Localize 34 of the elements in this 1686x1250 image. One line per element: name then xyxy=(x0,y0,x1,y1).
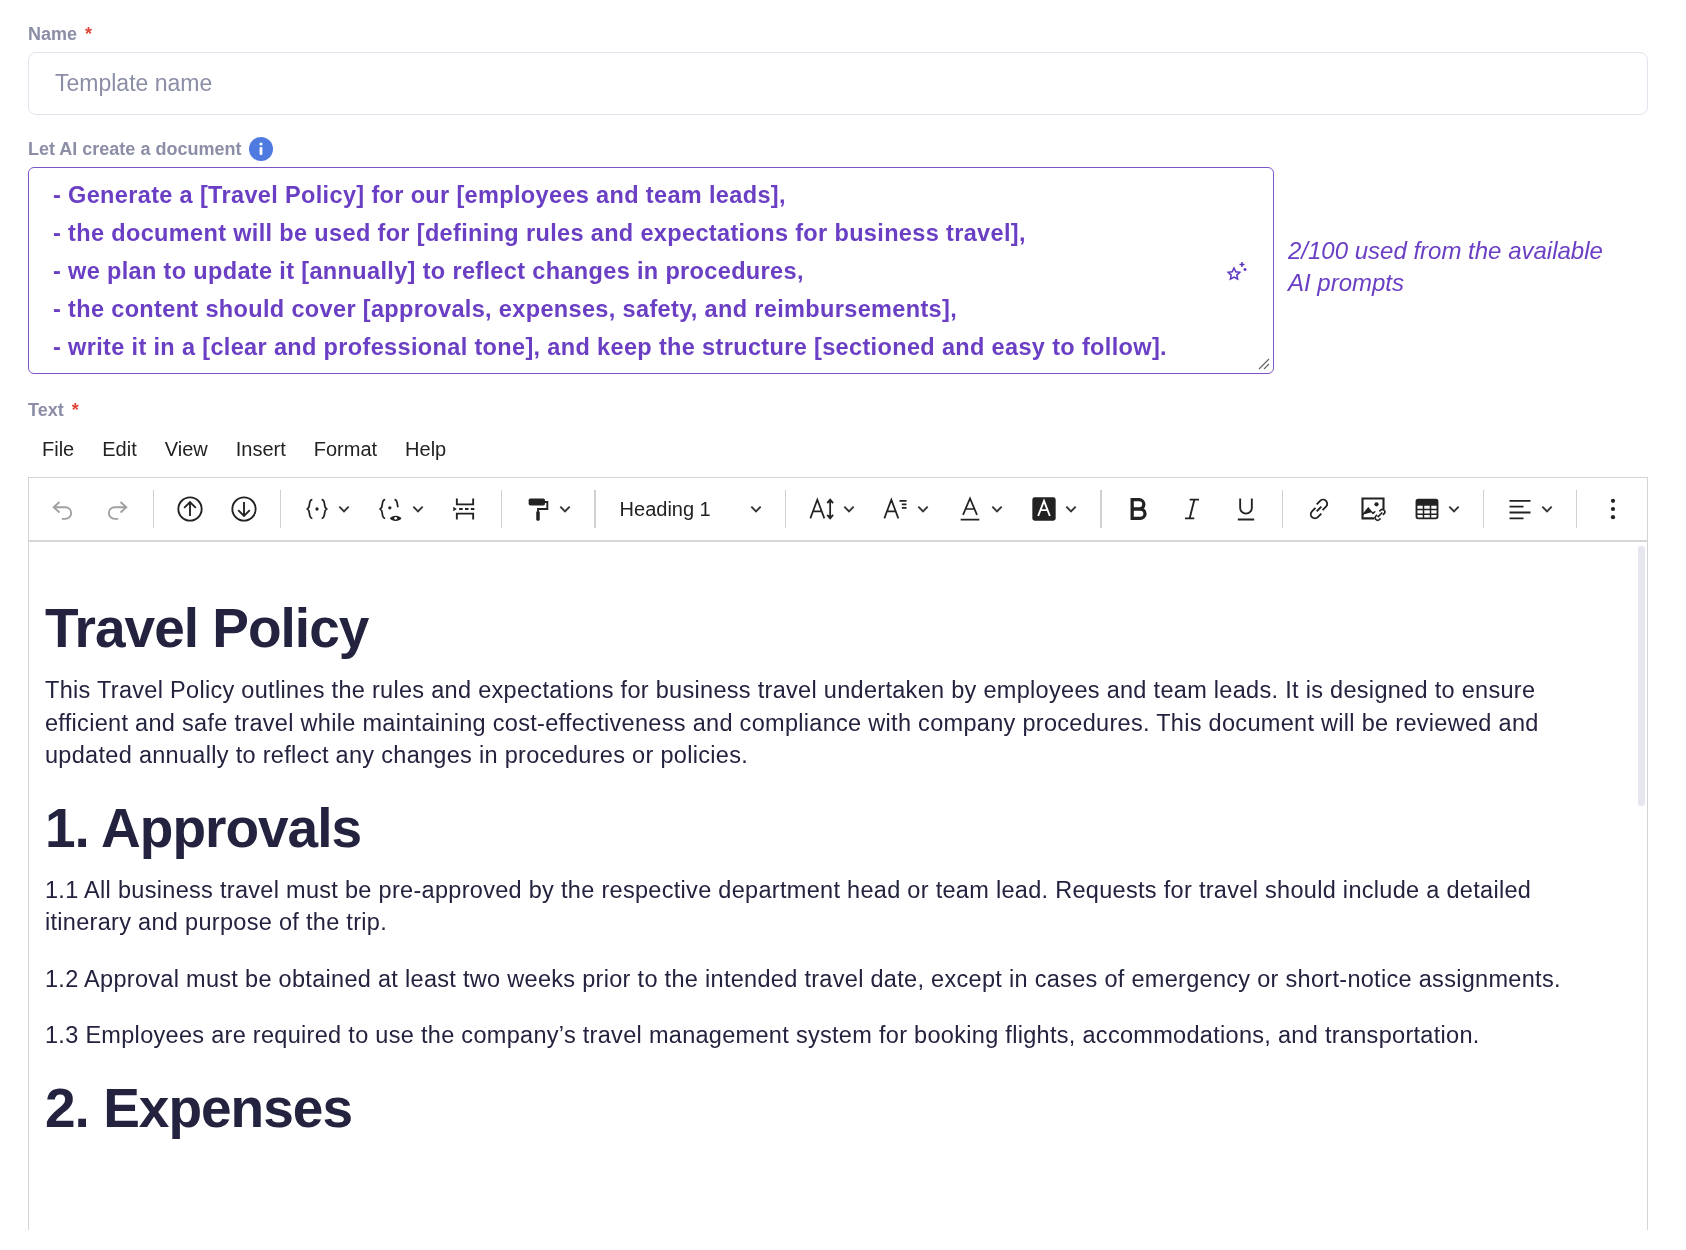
document-heading: 2. Expenses xyxy=(45,1075,353,1140)
highlight-icon[interactable] xyxy=(1030,495,1059,523)
prompt-line: - the document will be used for [defining rules and expectations for business travel], xyxy=(53,218,1026,248)
document-paragraph: 1.1 All business travel must be pre-approved by the respective department head or team lead. Requests for travel should include a detailed itinerary and purpose of the trip. xyxy=(45,875,1533,937)
usage-note: 2/100 used from the available AI prompts xyxy=(1288,236,1604,298)
prompt-line: - we plan to update it [annually] to reflect changes in procedures, xyxy=(53,256,804,286)
document-paragraph: 1.3 Employees are required to use the company’s travel management system for booking flights, accommodations, and transportation. xyxy=(45,1021,1481,1050)
document-paragraph: 1.2 Approval must be obtained at least two weeks prior to the intended travel date, except in cases of emergency or short-notice assignments. xyxy=(45,964,1562,994)
document-heading: 1. Approvals xyxy=(45,795,363,860)
required-mark: * xyxy=(85,23,93,45)
document-paragraph: This Travel Policy outlines the rules and expectations for business travel undertaken by employees and team leads. It is designed to ensure efficient and safe travel while maintaining cost-effectiveness and compliance with company procedures. This document will be reviewed and updated annually to reflect any changes in procedures or policies. xyxy=(45,676,1540,770)
image-icon[interactable] xyxy=(1358,495,1387,523)
field-label: Name xyxy=(28,23,78,45)
prompt-line: - the content should cover [approvals, expenses, safety, and reimbursements], xyxy=(53,294,958,324)
upload-icon[interactable] xyxy=(176,495,205,523)
scrollbar-thumb[interactable] xyxy=(1638,546,1645,806)
menu-item[interactable]: Format xyxy=(299,432,392,467)
field-label: Let AI create a document xyxy=(28,138,242,160)
menu-item[interactable]: Edit xyxy=(88,432,151,467)
resize-handle-icon[interactable] xyxy=(1258,358,1270,370)
name-input[interactable]: Template name xyxy=(28,52,1648,115)
menu-item[interactable]: File xyxy=(28,432,89,467)
download-icon[interactable] xyxy=(230,495,259,523)
menu-item[interactable]: Insert xyxy=(221,432,300,467)
info-icon[interactable] xyxy=(249,137,274,161)
prompt-textarea[interactable] xyxy=(28,167,1274,374)
prompt-line: - write it in a [clear and professional tone], and keep the structure [sectioned and easy to follow]. xyxy=(53,332,1167,362)
required-mark: * xyxy=(71,399,79,421)
field-label: Text xyxy=(28,399,64,421)
prompt-line: - Generate a [Travel Policy] for our [employees and team leads], xyxy=(53,180,786,210)
menu-item[interactable]: View xyxy=(150,432,222,467)
document-heading: Travel Policy xyxy=(45,596,370,660)
menu-item[interactable]: Help xyxy=(391,432,461,467)
block-format-select[interactable]: Heading 1 xyxy=(607,497,774,521)
